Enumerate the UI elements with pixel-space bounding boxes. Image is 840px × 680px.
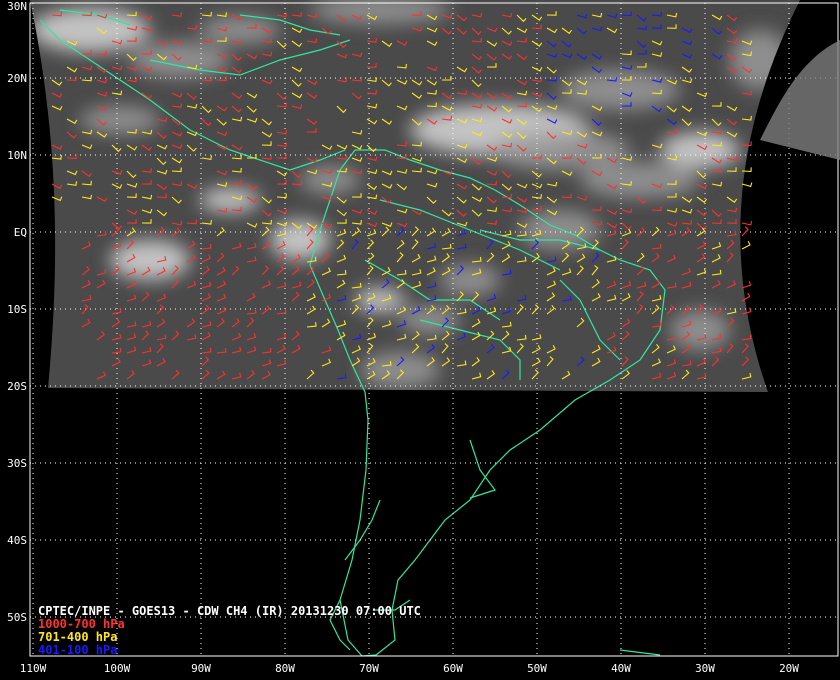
lon-label: 80W bbox=[275, 662, 295, 675]
lat-label: 20N bbox=[7, 72, 27, 85]
legend-high-level: 401-100 hPa bbox=[38, 643, 118, 657]
lat-label: 20S bbox=[7, 380, 27, 393]
wind-barb bbox=[741, 220, 753, 226]
lat-label: 10N bbox=[7, 149, 27, 162]
legend-mid-level: 701-400 hPa bbox=[38, 630, 118, 644]
lat-label: 10S bbox=[7, 303, 27, 316]
lat-label: 30N bbox=[7, 0, 27, 13]
lon-label: 50W bbox=[527, 662, 547, 675]
lon-label: 30W bbox=[695, 662, 715, 675]
map-caption: CPTEC/INPE - GOES13 - CDW CH4 (IR) 20131… bbox=[38, 604, 421, 618]
legend-low-level: 1000-700 hPa bbox=[38, 617, 125, 631]
wind-barb bbox=[741, 226, 749, 237]
lon-label: 70W bbox=[359, 662, 379, 675]
wind-barb bbox=[741, 281, 752, 289]
wind-barb bbox=[741, 241, 751, 250]
lon-label: 40W bbox=[611, 662, 631, 675]
lon-label: 20W bbox=[779, 662, 799, 675]
lat-label: 40S bbox=[7, 534, 27, 547]
lon-label: 60W bbox=[443, 662, 463, 675]
wind-barb bbox=[741, 182, 753, 188]
lat-label: EQ bbox=[14, 226, 27, 239]
lat-label: 30S bbox=[7, 457, 27, 470]
lon-label: 110W bbox=[20, 662, 47, 675]
lon-label: 90W bbox=[191, 662, 211, 675]
lat-label: 50S bbox=[7, 611, 27, 624]
map-canvas: 30N 20N 10N EQ 10S 20S 30S 40S 50S 110W 100W 90W 80W… bbox=[7, 0, 840, 675]
lon-label: 100W bbox=[104, 662, 131, 675]
satellite-wind-map: 30N 20N 10N EQ 10S 20S 30S 40S 50S 110W 100W 90W 80W… bbox=[0, 0, 840, 680]
